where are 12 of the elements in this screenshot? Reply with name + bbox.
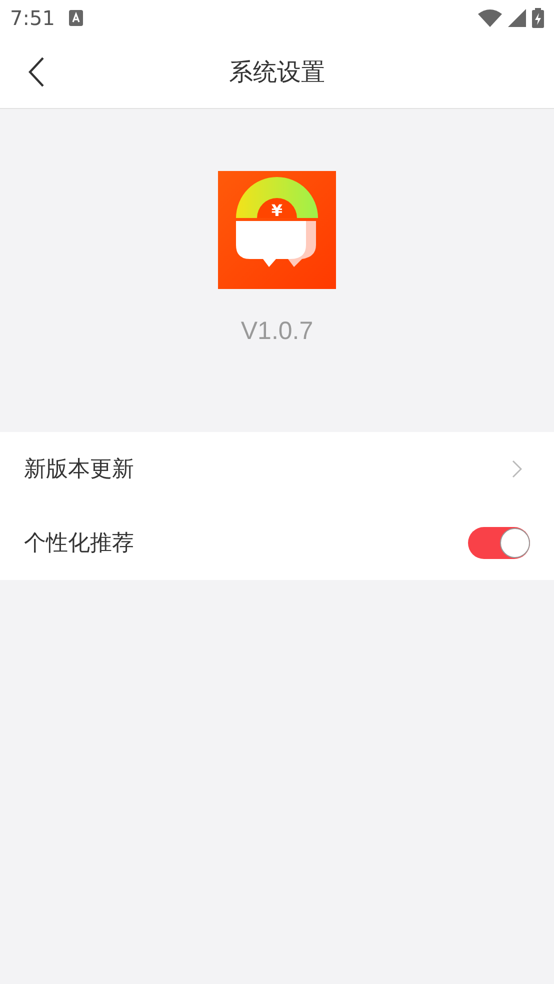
app-logo: ¥ bbox=[218, 171, 336, 289]
chevron-right-icon[interactable] bbox=[512, 460, 522, 478]
app-version: V1.0.7 bbox=[240, 317, 314, 346]
setting-label: 新版本更新 bbox=[24, 456, 134, 484]
battery-icon bbox=[532, 8, 544, 28]
setting-label: 个性化推荐 bbox=[24, 530, 134, 558]
status-time: 7:51 bbox=[10, 6, 55, 30]
signal-icon bbox=[508, 9, 526, 27]
toggle-switch[interactable] bbox=[468, 527, 530, 559]
notification-icon bbox=[68, 10, 83, 26]
wifi-icon bbox=[478, 9, 502, 27]
page-title: 系统设置 bbox=[229, 57, 325, 88]
